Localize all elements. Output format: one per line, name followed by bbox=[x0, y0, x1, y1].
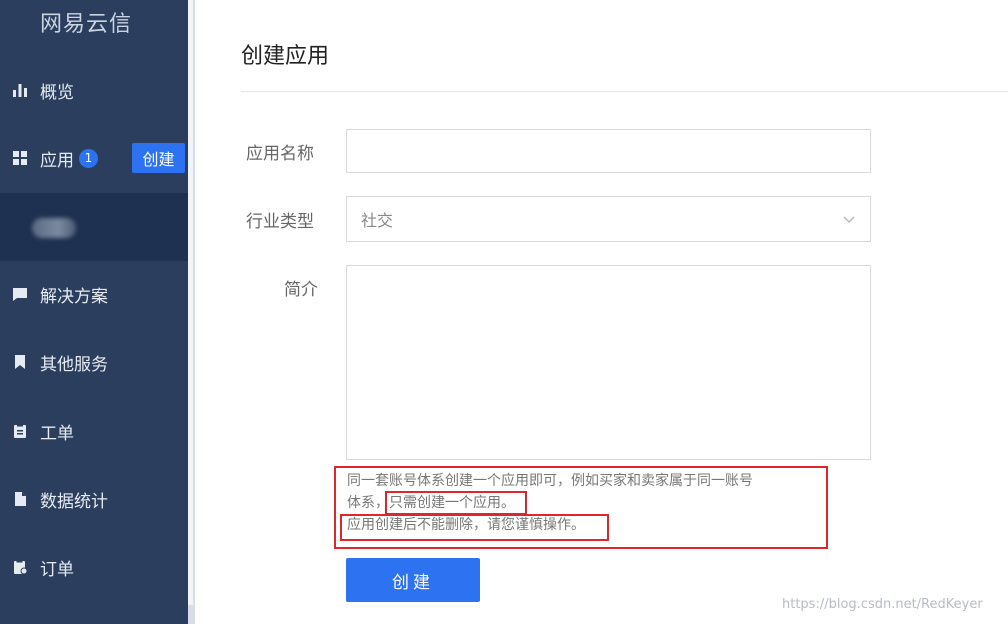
app-name-label: 应用名称 bbox=[246, 144, 314, 164]
order-icon bbox=[11, 558, 29, 576]
sidebar-item-services[interactable]: 其他服务 bbox=[0, 340, 188, 384]
hint-prefix: 体系， bbox=[347, 495, 389, 511]
warning-highlight-box bbox=[340, 514, 609, 541]
sidebar-item-label: 解决方案 bbox=[40, 286, 108, 307]
intro-textarea[interactable] bbox=[346, 265, 871, 460]
sidebar-item-label: 数据统计 bbox=[40, 491, 108, 512]
clipboard-icon bbox=[11, 422, 29, 440]
sidebar-item-label: 订单 bbox=[40, 559, 74, 580]
page-title: 创建应用 bbox=[241, 44, 330, 69]
blurred-app-item[interactable] bbox=[32, 218, 76, 238]
app-count-badge: 1 bbox=[79, 148, 98, 168]
logo: 网易云信 bbox=[40, 12, 133, 37]
sidebar-item-overview[interactable]: 概览 bbox=[0, 68, 188, 112]
hint-emphasis-box bbox=[385, 491, 527, 515]
sidebar-item-label: 工单 bbox=[40, 423, 74, 444]
bar-chart-icon bbox=[11, 81, 29, 99]
app-subpanel bbox=[0, 193, 188, 261]
hint-line-1: 同一套账号体系创建一个应用即可，例如买家和卖家属于同一账号 bbox=[347, 473, 753, 489]
watermark: https://blog.csdn.net/RedKeyer bbox=[782, 597, 983, 612]
submit-create-button[interactable]: 创建 bbox=[346, 558, 480, 602]
sidebar-item-solutions[interactable]: 解决方案 bbox=[0, 272, 188, 316]
create-app-button[interactable]: 创建 bbox=[132, 143, 185, 173]
sidebar: 网易云信 概览 应用 1 创建 解决方案 其他服务 工单 数据统计 订单 bbox=[0, 0, 188, 624]
sidebar-scrollbar[interactable] bbox=[188, 0, 193, 605]
grid-icon bbox=[11, 149, 29, 167]
industry-value: 社交 bbox=[361, 211, 394, 230]
sidebar-item-orders[interactable]: 订单 bbox=[0, 545, 188, 589]
bookmark-icon bbox=[11, 353, 29, 371]
file-icon bbox=[11, 490, 29, 508]
sidebar-item-label: 其他服务 bbox=[40, 354, 108, 375]
sidebar-item-label: 应用 bbox=[40, 150, 74, 171]
industry-label: 行业类型 bbox=[246, 212, 314, 232]
app-name-input[interactable] bbox=[346, 129, 871, 173]
sidebar-item-label: 概览 bbox=[40, 82, 74, 103]
chat-icon bbox=[11, 285, 29, 303]
intro-label: 简介 bbox=[284, 280, 318, 300]
sidebar-item-stats[interactable]: 数据统计 bbox=[0, 477, 188, 521]
chevron-down-icon bbox=[842, 211, 856, 230]
title-divider bbox=[241, 91, 1008, 92]
sidebar-item-tickets[interactable]: 工单 bbox=[0, 409, 188, 453]
industry-select[interactable]: 社交 bbox=[346, 196, 871, 242]
